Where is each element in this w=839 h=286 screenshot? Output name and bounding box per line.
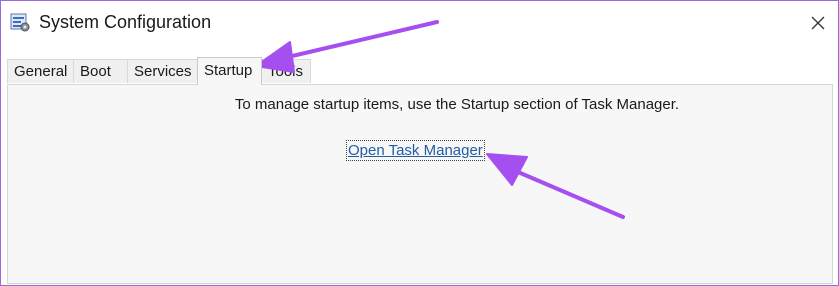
tab-tools[interactable]: Tools [261,59,311,83]
tab-boot[interactable]: Boot [73,59,128,83]
system-configuration-icon [10,12,30,32]
tab-services[interactable]: Services [127,59,198,83]
close-button[interactable] [803,8,833,38]
startup-message: To manage startup items, use the Startup… [234,96,680,113]
window-title: System Configuration [39,12,212,32]
open-task-manager-link[interactable]: Open Task Manager [346,140,485,161]
tab-strip: General Boot Services Startup Tools [7,57,827,85]
close-icon [811,16,825,30]
startup-panel: To manage startup items, use the Startup… [7,84,833,284]
tab-startup[interactable]: Startup [197,57,262,85]
system-configuration-window: System Configuration General Boot Servic… [0,0,839,286]
tab-general[interactable]: General [7,59,74,83]
title-bar: System Configuration [1,1,838,49]
